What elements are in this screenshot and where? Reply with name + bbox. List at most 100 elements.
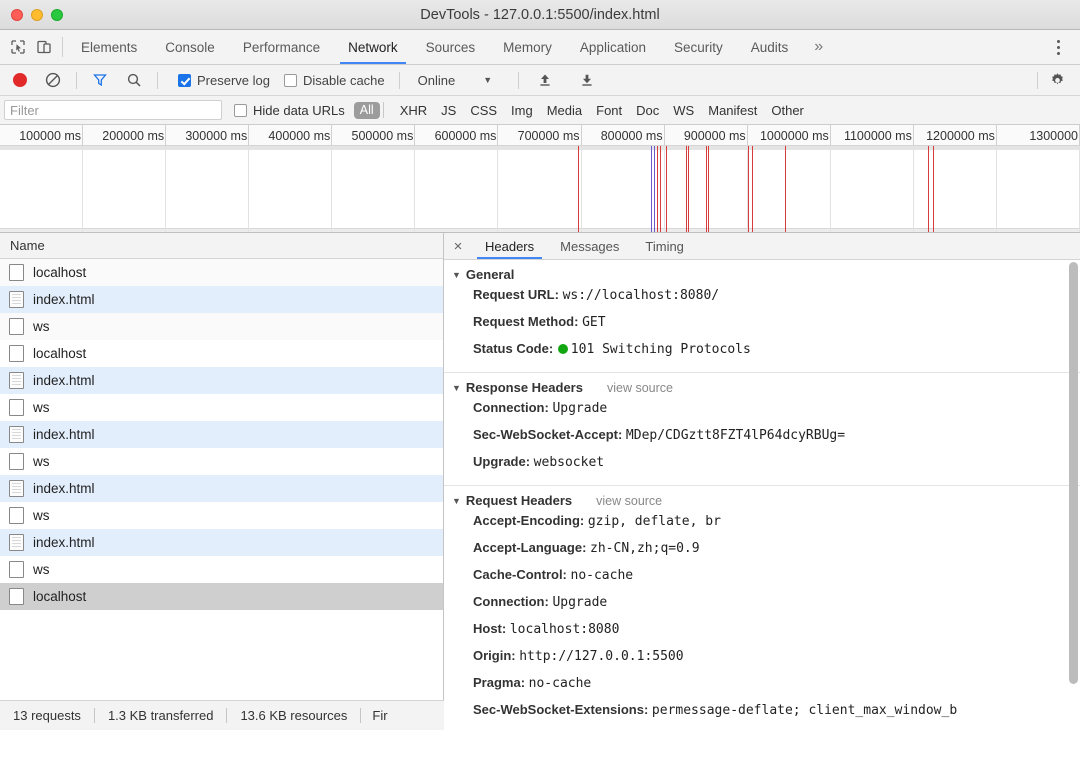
more-tabs-button[interactable]: » <box>802 30 835 64</box>
filter-type-all[interactable]: All <box>353 101 380 119</box>
tab-sources[interactable]: Sources <box>412 30 490 64</box>
filter-input[interactable] <box>4 100 222 120</box>
header-value: gzip, deflate, br <box>587 514 721 529</box>
filter-type-ws[interactable]: WS <box>666 103 701 118</box>
toolbar-divider <box>157 71 158 89</box>
hide-data-urls-checkbox[interactable]: Hide data URLs <box>234 103 345 118</box>
export-har-button[interactable] <box>562 72 604 88</box>
header-row: Status Code: 101 Switching Protocols <box>444 336 1080 363</box>
generic-file-icon <box>9 587 24 605</box>
table-row[interactable]: index.html <box>0 529 443 556</box>
maximize-window-icon[interactable] <box>51 8 63 21</box>
details-tab-messages[interactable]: Messages <box>547 233 632 259</box>
view-source-link[interactable]: view source <box>607 381 673 395</box>
checkbox-box <box>178 73 191 87</box>
request-name: index.html <box>33 372 95 388</box>
tab-console[interactable]: Console <box>151 30 229 64</box>
devtools-tool-icons <box>0 30 58 64</box>
header-name: Sec-WebSocket-Extensions: <box>473 702 652 717</box>
filter-type-doc[interactable]: Doc <box>629 103 666 118</box>
timeline-tick-label: 1200000 ms <box>914 125 997 145</box>
request-name: localhost <box>33 588 87 604</box>
inspect-element-icon[interactable] <box>10 39 26 55</box>
timeline-ruler: 100000 ms 200000 ms 300000 ms 400000 ms 5000… <box>0 125 1080 146</box>
generic-file-icon <box>9 263 24 281</box>
details-scrollbar[interactable] <box>1069 260 1078 718</box>
search-button[interactable] <box>117 72 151 88</box>
chevron-down-icon[interactable]: ▼ <box>452 496 461 506</box>
settings-button[interactable] <box>1040 72 1080 89</box>
details-tab-headers[interactable]: Headers <box>472 233 547 259</box>
table-row[interactable]: index.html <box>0 286 443 313</box>
tab-audits[interactable]: Audits <box>737 30 803 64</box>
timeline-tick-label: 1100000 ms <box>831 125 914 145</box>
header-row: its <box>444 724 1080 730</box>
header-name: Host: <box>473 621 510 636</box>
filter-type-js[interactable]: JS <box>434 103 463 118</box>
timeline-event-marker <box>928 146 929 232</box>
filter-type-img[interactable]: Img <box>504 103 540 118</box>
table-row[interactable]: index.html <box>0 367 443 394</box>
timeline-gridline <box>498 146 582 232</box>
throttling-select[interactable]: Online ▼ <box>418 73 493 88</box>
kebab-menu-icon[interactable] <box>1045 39 1072 55</box>
tab-application[interactable]: Application <box>566 30 660 64</box>
traffic-light-buttons[interactable] <box>0 8 63 21</box>
preserve-log-checkbox[interactable]: Preserve log <box>178 73 270 88</box>
timeline-event-marker <box>686 146 687 232</box>
tab-elements[interactable]: Elements <box>67 30 151 64</box>
view-source-link[interactable]: view source <box>596 494 662 508</box>
filter-toggle-button[interactable] <box>83 72 117 88</box>
table-row[interactable]: ws <box>0 448 443 475</box>
filter-type-xhr[interactable]: XHR <box>393 103 434 118</box>
table-row[interactable]: index.html <box>0 475 443 502</box>
chevron-down-icon[interactable]: ▼ <box>452 383 461 393</box>
import-har-button[interactable] <box>523 72 562 88</box>
status-transferred: 1.3 KB transferred <box>107 708 214 723</box>
document-file-icon <box>9 425 24 443</box>
disable-cache-checkbox[interactable]: Disable cache <box>283 73 385 88</box>
filter-type-css[interactable]: CSS <box>463 103 504 118</box>
timeline-gridline <box>166 146 250 232</box>
table-row[interactable]: ws <box>0 313 443 340</box>
details-tab-timing[interactable]: Timing <box>632 233 697 259</box>
filter-type-other[interactable]: Other <box>764 103 811 118</box>
table-row[interactable]: localhost <box>0 259 443 286</box>
table-row[interactable]: ws <box>0 502 443 529</box>
tab-security[interactable]: Security <box>660 30 737 64</box>
details-tab-label: Messages <box>560 238 620 254</box>
filter-type-manifest[interactable]: Manifest <box>701 103 764 118</box>
details-scrollbar-thumb[interactable] <box>1069 262 1078 684</box>
header-value: 101 Switching Protocols <box>570 342 751 357</box>
request-name: index.html <box>33 291 95 307</box>
timeline-tick-label: 1000000 ms <box>748 125 831 145</box>
request-list-header[interactable]: Name <box>0 233 443 259</box>
device-toolbar-icon[interactable] <box>36 39 52 55</box>
close-window-icon[interactable] <box>11 8 23 21</box>
filter-type-font[interactable]: Font <box>589 103 629 118</box>
table-row[interactable]: ws <box>0 556 443 583</box>
tab-performance[interactable]: Performance <box>229 30 334 64</box>
close-details-button[interactable]: × <box>444 233 472 259</box>
minimize-window-icon[interactable] <box>31 8 43 21</box>
timeline-overview-body[interactable] <box>0 146 1080 232</box>
headers-section-title[interactable]: ▼ Response Headers view source <box>444 380 1080 395</box>
tab-network[interactable]: Network <box>334 30 412 64</box>
request-rows[interactable]: localhost index.html ws localhost index.html… <box>0 259 443 730</box>
table-row[interactable]: localhost <box>0 340 443 367</box>
table-row[interactable]: ws <box>0 394 443 421</box>
table-row[interactable]: index.html <box>0 421 443 448</box>
headers-section-title[interactable]: ▼ Request Headers view source <box>444 493 1080 508</box>
toolbar-divider <box>1037 71 1038 89</box>
timeline-event-marker <box>785 146 786 232</box>
filter-type-media[interactable]: Media <box>540 103 589 118</box>
record-button[interactable] <box>0 73 36 87</box>
clear-button[interactable] <box>36 72 70 88</box>
table-row[interactable]: localhost <box>0 583 443 610</box>
header-value: permessage-deflate; client_max_window_b <box>651 703 958 718</box>
tab-memory[interactable]: Memory <box>489 30 566 64</box>
network-overview[interactable]: 100000 ms 200000 ms 300000 ms 400000 ms 5000… <box>0 125 1080 233</box>
headers-section-title[interactable]: ▼ General <box>444 267 1080 282</box>
chevron-down-icon[interactable]: ▼ <box>452 270 461 280</box>
header-value: MDep/CDGztt8FZT4lP64dcyRBUg= <box>625 428 846 443</box>
